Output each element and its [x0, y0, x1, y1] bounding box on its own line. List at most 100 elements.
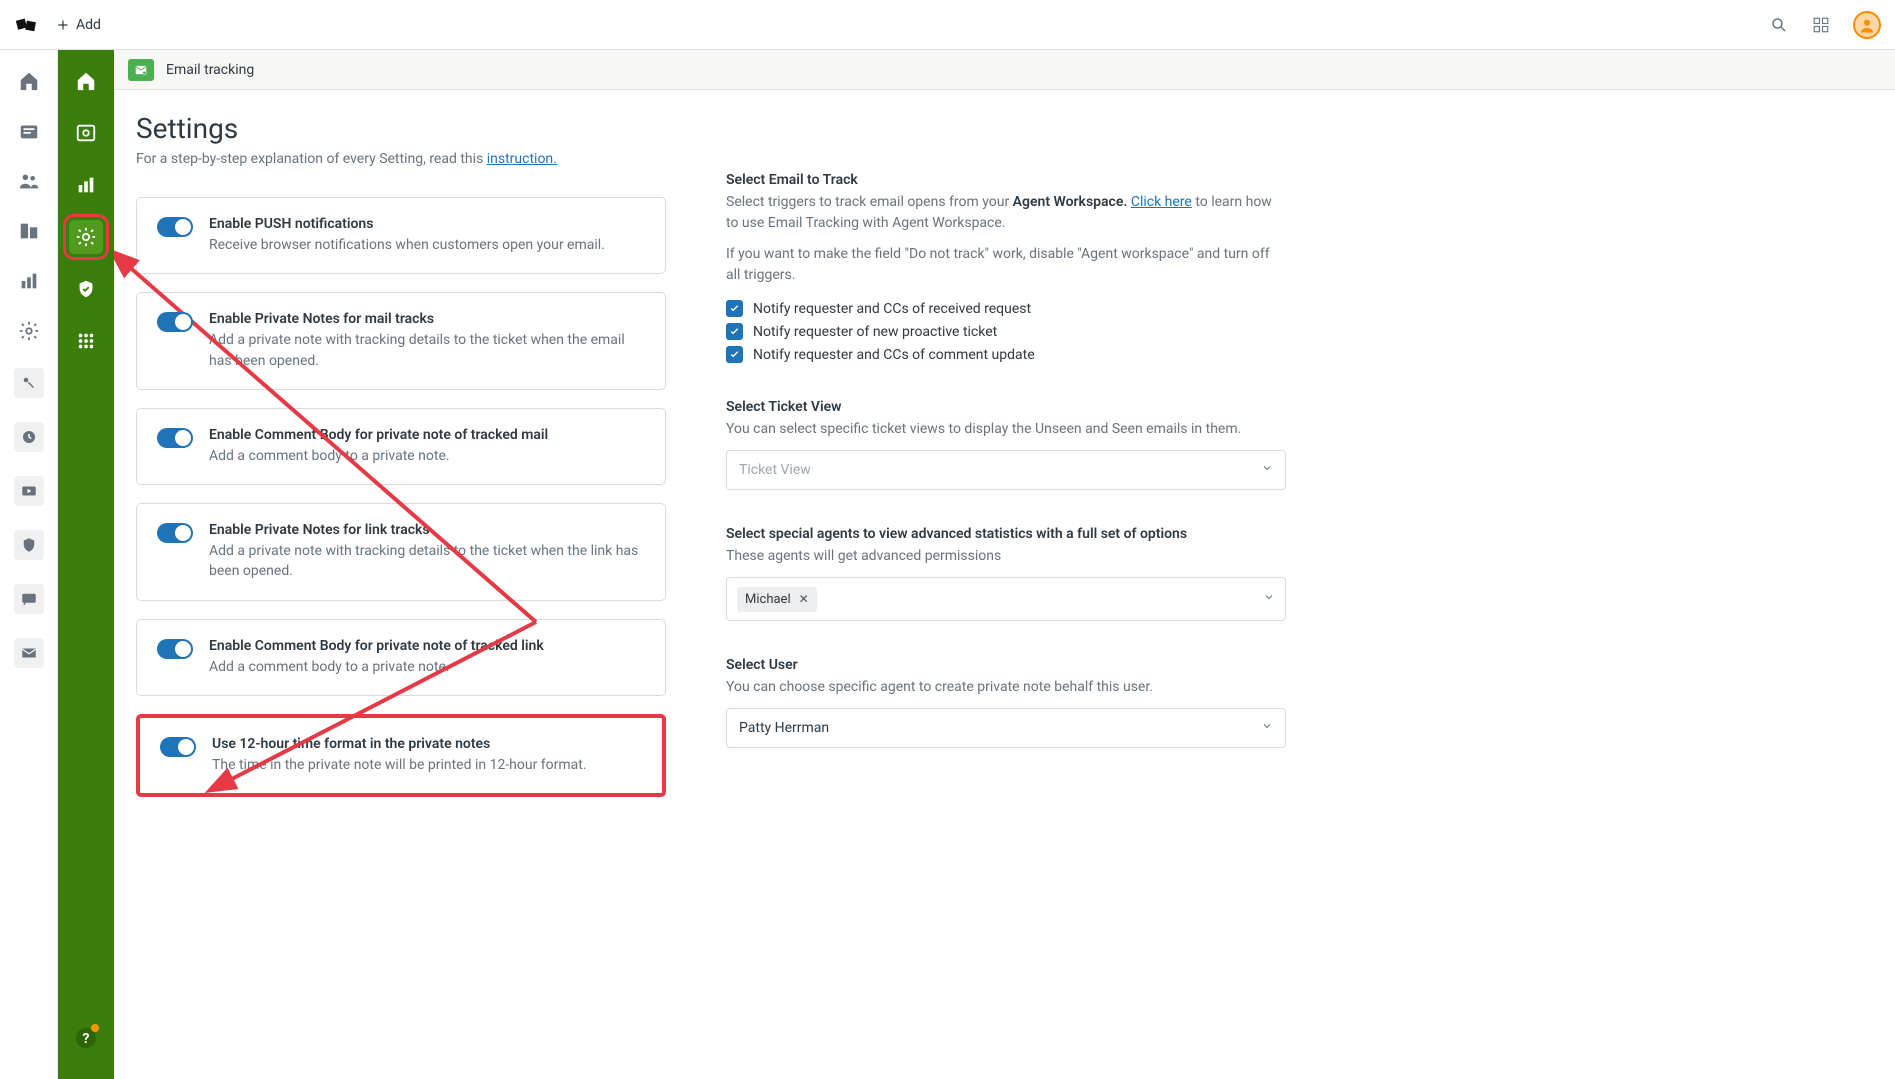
rail-shield[interactable] — [14, 530, 44, 560]
home-icon — [75, 70, 97, 92]
rail-inbox[interactable] — [16, 118, 42, 144]
avatar-icon — [1858, 16, 1876, 34]
check-label: Notify requester and CCs of comment upda… — [753, 347, 1035, 363]
nav-home[interactable] — [69, 64, 103, 98]
gear-icon — [18, 320, 40, 342]
check-icon — [729, 303, 740, 314]
chart-icon — [18, 270, 40, 292]
toggle-mail-notes[interactable] — [157, 312, 193, 332]
section-text: These agents will get advanced permissio… — [726, 546, 1286, 567]
nav-stats[interactable] — [69, 168, 103, 202]
rail-mail[interactable] — [14, 638, 44, 668]
section-title: Select User — [726, 657, 1286, 673]
checkbox-trigger-1[interactable] — [726, 300, 743, 317]
setting-card-12hour: Use 12-hour time format in the private n… — [136, 714, 666, 797]
setting-card-link-notes: Enable Private Notes for link tracks Add… — [136, 503, 666, 601]
card-title: Enable Comment Body for private note of … — [209, 638, 645, 654]
section-user: Select User You can choose specific agen… — [726, 657, 1286, 748]
instruction-link[interactable]: instruction. — [487, 151, 557, 167]
user-avatar[interactable] — [1853, 11, 1881, 39]
nav-security[interactable] — [69, 272, 103, 306]
chevron-down-icon — [1263, 591, 1275, 607]
agents-select[interactable]: Michael ✕ — [726, 577, 1286, 621]
search-button[interactable] — [1769, 15, 1789, 35]
section-agents: Select special agents to view advanced s… — [726, 526, 1286, 621]
topbar: Add — [0, 0, 1895, 50]
nav-help[interactable]: ? — [69, 1021, 103, 1055]
chip-label: Michael — [745, 592, 791, 607]
toggle-link-notes[interactable] — [157, 523, 193, 543]
subtitle-text: For a step-by-step explanation of every … — [136, 151, 487, 167]
check-row: Notify requester and CCs of received req… — [726, 300, 1286, 317]
card-title: Enable PUSH notifications — [209, 216, 645, 232]
rail-chat[interactable] — [14, 584, 44, 614]
eye-frame-icon — [75, 122, 97, 144]
ticket-view-select[interactable]: Ticket View — [726, 450, 1286, 490]
chat-icon — [20, 590, 38, 608]
shield-icon — [20, 536, 38, 554]
bar-chart-icon — [75, 174, 97, 196]
card-title: Enable Private Notes for link tracks — [209, 522, 645, 538]
rail-reports[interactable] — [16, 268, 42, 294]
plus-icon — [56, 18, 70, 32]
card-desc: Add a private note with tracking details… — [209, 330, 645, 371]
checkbox-trigger-2[interactable] — [726, 323, 743, 340]
play-icon — [20, 482, 38, 500]
card-desc: Add a comment body to a private note. — [209, 446, 645, 466]
select-placeholder: Ticket View — [739, 462, 811, 478]
user-select[interactable]: Patty Herrman — [726, 708, 1286, 748]
page-subtitle: For a step-by-step explanation of every … — [136, 151, 666, 167]
brand-logo — [14, 13, 38, 37]
notification-dot — [91, 1024, 99, 1032]
product-rail — [0, 50, 58, 1079]
setting-card-mail-notes: Enable Private Notes for mail tracks Add… — [136, 292, 666, 390]
chevron-down-icon — [1261, 720, 1273, 736]
app-title: Email tracking — [166, 62, 254, 78]
toggle-12hour[interactable] — [160, 737, 196, 757]
section-title: Select Email to Track — [726, 172, 1286, 188]
check-row: Notify requester of new proactive ticket — [726, 323, 1286, 340]
check-label: Notify requester of new proactive ticket — [753, 324, 997, 340]
rail-timer[interactable] — [14, 422, 44, 452]
app-nav-rail: ? — [58, 50, 114, 1079]
rail-customers[interactable] — [16, 168, 42, 194]
card-desc: The time in the private note will be pri… — [212, 755, 642, 775]
building-icon — [18, 220, 40, 242]
email-tracking-icon — [128, 59, 154, 81]
nav-settings[interactable] — [69, 220, 103, 254]
inbox-icon — [18, 120, 40, 142]
toggle-push[interactable] — [157, 217, 193, 237]
rail-video[interactable] — [14, 476, 44, 506]
section-ticket-view: Select Ticket View You can select specif… — [726, 399, 1286, 490]
click-here-link[interactable]: Click here — [1131, 194, 1192, 210]
card-desc: Add a comment body to a private note. — [209, 657, 645, 677]
grid-dots-icon — [75, 330, 97, 352]
add-button[interactable]: Add — [56, 17, 101, 33]
toggle-mail-comment[interactable] — [157, 428, 193, 448]
section-text: Select triggers to track email opens fro… — [726, 192, 1286, 234]
apps-button[interactable] — [1811, 15, 1831, 35]
rail-home[interactable] — [16, 68, 42, 94]
nav-more[interactable] — [69, 324, 103, 358]
rail-spark[interactable] — [14, 368, 44, 398]
rail-org[interactable] — [16, 218, 42, 244]
rail-admin[interactable] — [16, 318, 42, 344]
section-text: You can select specific ticket views to … — [726, 419, 1286, 440]
checkbox-trigger-3[interactable] — [726, 346, 743, 363]
add-label: Add — [76, 17, 101, 33]
setting-card-mail-comment: Enable Comment Body for private note of … — [136, 408, 666, 485]
section-text-2: If you want to make the field "Do not tr… — [726, 244, 1286, 286]
section-title: Select special agents to view advanced s… — [726, 526, 1286, 542]
apps-icon — [1812, 16, 1830, 34]
check-label: Notify requester and CCs of received req… — [753, 301, 1031, 317]
gear-icon — [75, 226, 97, 248]
nav-preview[interactable] — [69, 116, 103, 150]
card-title: Enable Private Notes for mail tracks — [209, 311, 645, 327]
card-title: Use 12-hour time format in the private n… — [212, 736, 642, 752]
check-icon — [729, 326, 740, 337]
app-header: Email tracking — [114, 50, 1895, 90]
clock-icon — [20, 428, 38, 446]
toggle-link-comment[interactable] — [157, 639, 193, 659]
chip-remove[interactable]: ✕ — [799, 592, 809, 606]
shield-check-icon — [75, 278, 97, 300]
